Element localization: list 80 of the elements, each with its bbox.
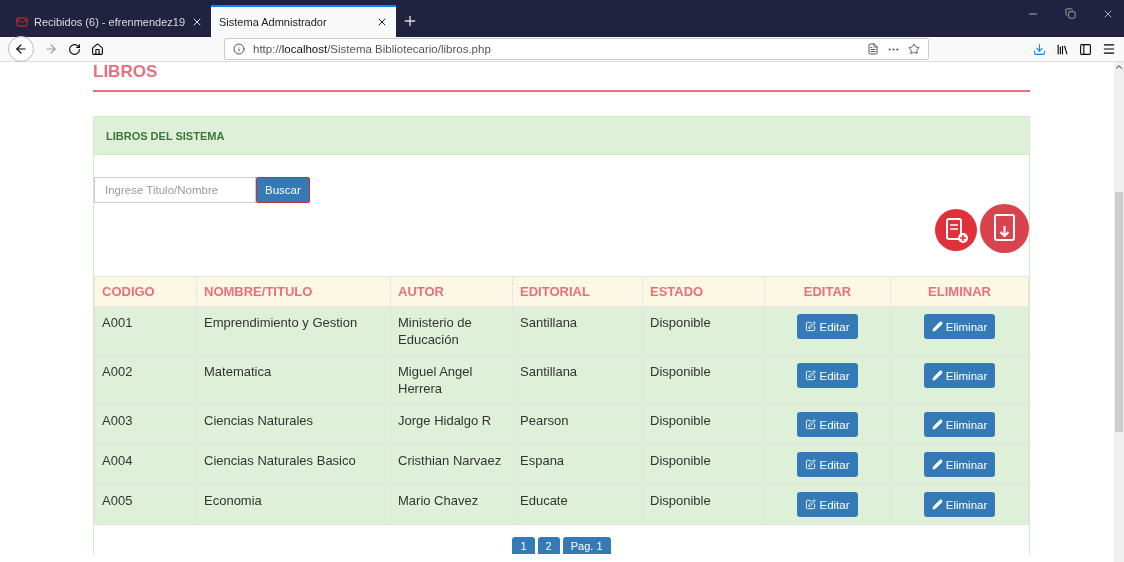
table-cell: Cristhian Narvaez	[390, 444, 513, 485]
table-cell: Disponible	[642, 444, 765, 485]
search-field[interactable]: Ingrese Titulo/Nombre	[94, 177, 256, 203]
table-cell: Disponible	[642, 484, 765, 525]
table-cell: A002	[94, 355, 197, 405]
table-cell: Ministerio de Educación	[390, 306, 513, 356]
page-heading: LIBROS	[93, 62, 159, 82]
edit-button[interactable]: Editar	[797, 492, 858, 517]
restore-icon[interactable]	[1065, 7, 1076, 19]
menu-icon[interactable]	[1102, 42, 1116, 56]
table-cell: Matematica	[196, 355, 391, 405]
table-cell: Miguel Angel Herrera	[390, 355, 513, 405]
edit-button[interactable]: Editar	[797, 412, 858, 437]
delete-button[interactable]: Eliminar	[923, 412, 996, 437]
pencil-icon	[931, 419, 943, 430]
column-header: CODIGO	[94, 276, 197, 307]
page-button[interactable]: 2	[537, 537, 560, 554]
download-icon[interactable]	[1033, 42, 1046, 56]
forward-icon[interactable]	[44, 42, 58, 56]
column-header: EDITAR	[764, 276, 891, 307]
table-cell: Economia	[196, 484, 391, 525]
delete-button[interactable]: Eliminar	[923, 314, 996, 339]
edit-button[interactable]: Editar	[797, 452, 858, 477]
edit-icon	[805, 459, 817, 470]
home-icon[interactable]	[91, 42, 104, 56]
table-cell: A001	[94, 306, 197, 356]
report-add-icon[interactable]	[934, 208, 978, 252]
scrollbar-thumb[interactable]	[1115, 192, 1123, 432]
table-cell: Espana	[512, 444, 643, 485]
table-cell: Disponible	[642, 404, 765, 445]
edit-button[interactable]: Editar	[797, 363, 858, 388]
column-header: ESTADO	[642, 276, 765, 307]
sidebar-icon[interactable]	[1079, 42, 1092, 56]
edit-icon	[805, 419, 817, 430]
library-icon[interactable]	[1056, 42, 1069, 56]
pencil-icon	[931, 459, 943, 470]
column-header: NOMBRE/TITULO	[196, 276, 391, 307]
edit-button[interactable]: Editar	[797, 314, 858, 339]
browser-tab[interactable]: Sistema Admnistrador	[211, 5, 397, 37]
column-header: AUTOR	[390, 276, 513, 307]
table-cell: Disponible	[642, 306, 765, 356]
column-header: ELIMINAR	[890, 276, 1029, 307]
pencil-icon	[931, 370, 943, 381]
panel-title: LIBROS DEL SISTEMA	[94, 117, 1029, 155]
table-cell: A005	[94, 484, 197, 525]
scroll-up-icon[interactable]	[1114, 62, 1124, 72]
table-cell: Jorge Hidalgo R	[390, 404, 513, 445]
back-button[interactable]	[8, 36, 34, 62]
table-cell: Ciencias Naturales Basico	[196, 444, 391, 485]
table-cell: A003	[94, 404, 197, 445]
edit-icon	[805, 370, 817, 381]
pdf-download-icon[interactable]	[980, 204, 1029, 253]
table-cell: Santillana	[512, 306, 643, 356]
table-cell: Ciencias Naturales	[196, 404, 391, 445]
browser-tab[interactable]: Recibidos (6) - efrenmendez19	[8, 7, 212, 37]
reload-icon[interactable]	[68, 42, 81, 56]
pencil-icon	[931, 499, 943, 510]
table-cell: Educate	[512, 484, 643, 525]
mail-icon	[16, 16, 28, 28]
page-button[interactable]: 1	[512, 537, 535, 554]
search-button[interactable]: Buscar	[256, 177, 310, 203]
page-button[interactable]: Pag. 1	[562, 537, 611, 554]
delete-button[interactable]: Eliminar	[923, 492, 996, 517]
table-cell: A004	[94, 444, 197, 485]
table-cell: Disponible	[642, 355, 765, 405]
pencil-icon	[931, 321, 943, 332]
star-icon[interactable]	[908, 43, 920, 55]
info-icon[interactable]	[233, 43, 245, 55]
table-cell: Mario Chavez	[390, 484, 513, 525]
column-header: EDITORIAL	[512, 276, 643, 307]
table-cell: Emprendimiento y Gestion	[196, 306, 391, 356]
reader-icon[interactable]	[867, 43, 879, 55]
edit-icon	[805, 321, 817, 332]
address-bar[interactable]: http://localhost/Sistema Bibliotecario/libros.php	[224, 38, 929, 60]
delete-button[interactable]: Eliminar	[923, 452, 996, 477]
table-cell: Santillana	[512, 355, 643, 405]
delete-button[interactable]: Eliminar	[923, 363, 996, 388]
edit-icon	[805, 499, 817, 510]
url-text: http://localhost/Sistema Bibliotecario/libros.php	[253, 43, 492, 55]
table-cell: Pearson	[512, 404, 643, 445]
